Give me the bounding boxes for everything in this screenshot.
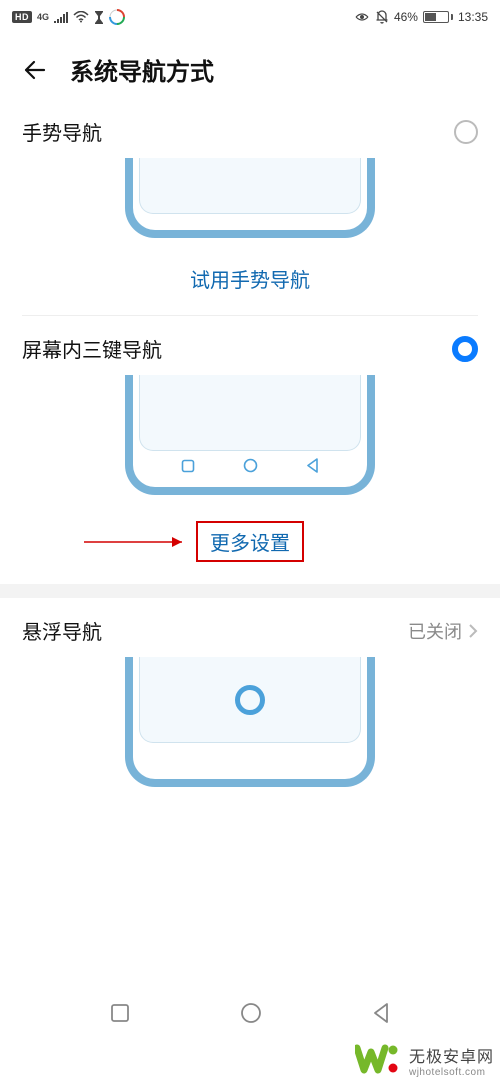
radio-checked-icon[interactable] [452,336,478,362]
watermark-name: 无极安卓网 [409,1043,494,1067]
battery-percent: 46% [394,10,418,24]
radio-unchecked-icon[interactable] [454,120,478,144]
signal-icon [54,12,68,23]
chevron-right-icon [468,623,478,639]
dnd-icon [375,10,389,24]
eye-icon [354,11,370,23]
wifi-icon [73,11,89,23]
watermark: 无极安卓网 wjhotelsoft.com [355,1040,494,1080]
float-preview [0,653,500,791]
sys-back-icon[interactable] [372,1002,390,1024]
sys-home-icon[interactable] [240,1002,262,1024]
nav-recent-icon [181,459,195,473]
hd-badge: HD [12,11,32,23]
section-divider [0,584,500,598]
status-bar: HD 4G 46% 13:35 [0,0,500,30]
battery-icon [423,11,453,23]
sync-icon [109,9,125,25]
network-indicator: 4G [37,12,49,22]
hourglass-icon [94,11,104,24]
float-ring-icon [235,685,265,715]
system-navigation-bar [0,990,500,1036]
try-gesture-link[interactable]: 试用手势导航 [190,264,310,293]
three-key-preview [0,371,500,499]
gesture-preview [0,154,500,242]
option-gesture[interactable]: 手势导航 [0,99,500,154]
back-button[interactable] [22,57,48,83]
sys-recent-icon[interactable] [110,1003,130,1023]
more-settings-link[interactable]: 更多设置 [196,521,304,562]
option-float-status: 已关闭 [408,618,462,644]
watermark-url: wjhotelsoft.com [409,1067,494,1078]
annotation-arrow-icon [82,530,192,554]
option-three-key[interactable]: 屏幕内三键导航 [0,316,500,371]
nav-back-icon [306,458,319,473]
clock: 13:35 [458,10,488,24]
watermark-logo-icon [355,1040,403,1080]
option-float-label: 悬浮导航 [22,616,102,645]
header: 系统导航方式 [0,30,500,99]
nav-home-icon [243,458,258,473]
option-three-key-label: 屏幕内三键导航 [22,334,162,363]
option-float[interactable]: 悬浮导航 已关闭 [0,598,500,653]
option-gesture-label: 手势导航 [22,117,102,146]
page-title: 系统导航方式 [70,52,214,87]
